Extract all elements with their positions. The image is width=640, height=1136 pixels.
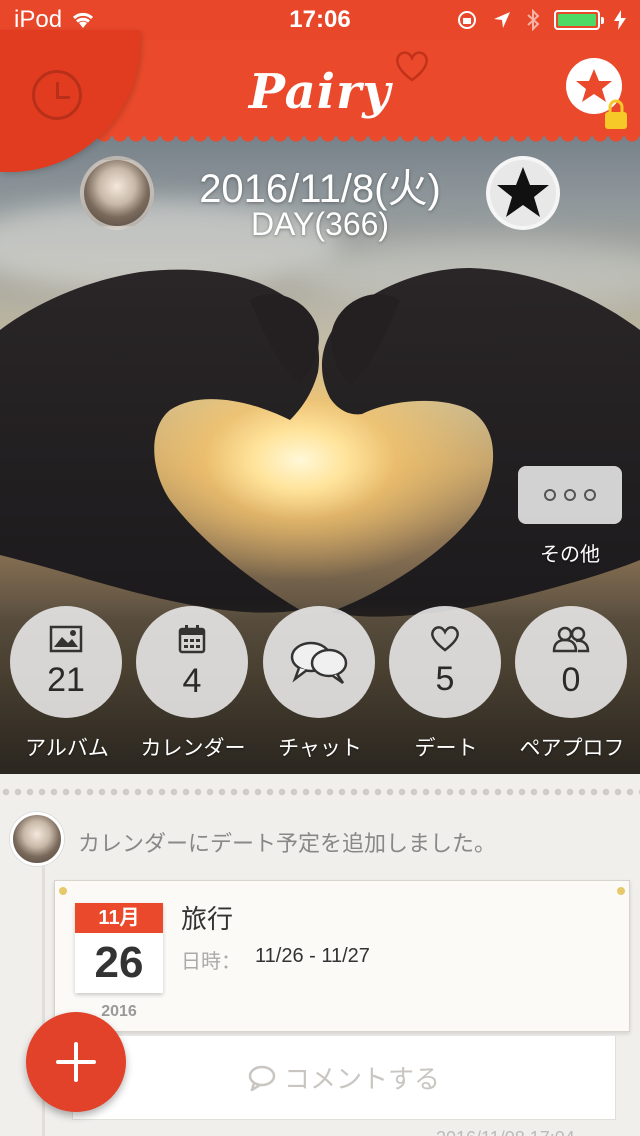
battery-icon (554, 10, 604, 30)
event-month: 11月 (75, 903, 163, 933)
dot-icon (564, 489, 576, 501)
pair-profile-count: 0 (561, 660, 581, 699)
menu-album[interactable]: 21 アルバム (10, 606, 124, 762)
heart-outline-icon (396, 51, 428, 82)
comment-button[interactable]: コメントする (72, 1036, 616, 1120)
event-title: 旅行 (181, 904, 234, 934)
more-button[interactable] (518, 466, 622, 524)
menu-pair-profile[interactable]: 0 ペアプロフ (515, 606, 629, 762)
calendar-badge: 11月 26 (75, 903, 163, 993)
wifi-icon (73, 12, 94, 28)
calendar-label: カレンダー (140, 737, 246, 760)
event-time-label: 日時： (181, 951, 241, 973)
pin-icon (59, 887, 67, 895)
pair-profile-label: ペアプロフ (519, 737, 625, 760)
chat-label: チャット (278, 737, 362, 760)
calendar-count: 4 (182, 661, 202, 700)
dot-icon (584, 489, 596, 501)
app-logo: Pairy (248, 64, 392, 120)
charging-icon (614, 10, 626, 30)
dot-icon (544, 489, 556, 501)
speech-bubble-icon (248, 1065, 276, 1091)
stitch-divider (0, 788, 640, 796)
album-label: アルバム (25, 737, 109, 760)
date-label: デート (414, 737, 478, 760)
feed-timestamp: 2016/11/08 17:04 (436, 1128, 575, 1136)
event-day: 26 (94, 938, 144, 987)
bluetooth-icon (527, 9, 540, 31)
calendar-icon (178, 624, 206, 653)
event-card[interactable]: 11月 26 2016 旅行 日時： 11/26 - 11/27 (54, 880, 630, 1032)
photo-icon (49, 625, 83, 652)
people-icon (552, 626, 590, 652)
heart-icon (431, 625, 459, 652)
feed-message: カレンダーにデート予定を追加しました。 (78, 831, 497, 856)
menu-chat[interactable]: チャット (263, 606, 377, 762)
my-avatar[interactable] (486, 156, 560, 230)
feed-avatar[interactable] (10, 812, 64, 866)
comment-label: コメントする (283, 1064, 440, 1094)
event-time: 11/26 - 11/27 (255, 945, 370, 967)
lock-icon (605, 99, 627, 129)
add-button[interactable] (26, 1012, 126, 1112)
pin-icon (617, 887, 625, 895)
rotation-lock-icon (458, 11, 476, 29)
more-label: その他 (540, 544, 600, 566)
location-icon (494, 12, 510, 28)
menu-calendar[interactable]: 4 カレンダー (136, 606, 250, 762)
date-count: 5 (435, 659, 455, 698)
album-count: 21 (47, 660, 85, 699)
star-icon (497, 167, 549, 217)
chat-bubbles-icon (290, 641, 348, 685)
menu-date[interactable]: 5 デート (389, 606, 503, 762)
